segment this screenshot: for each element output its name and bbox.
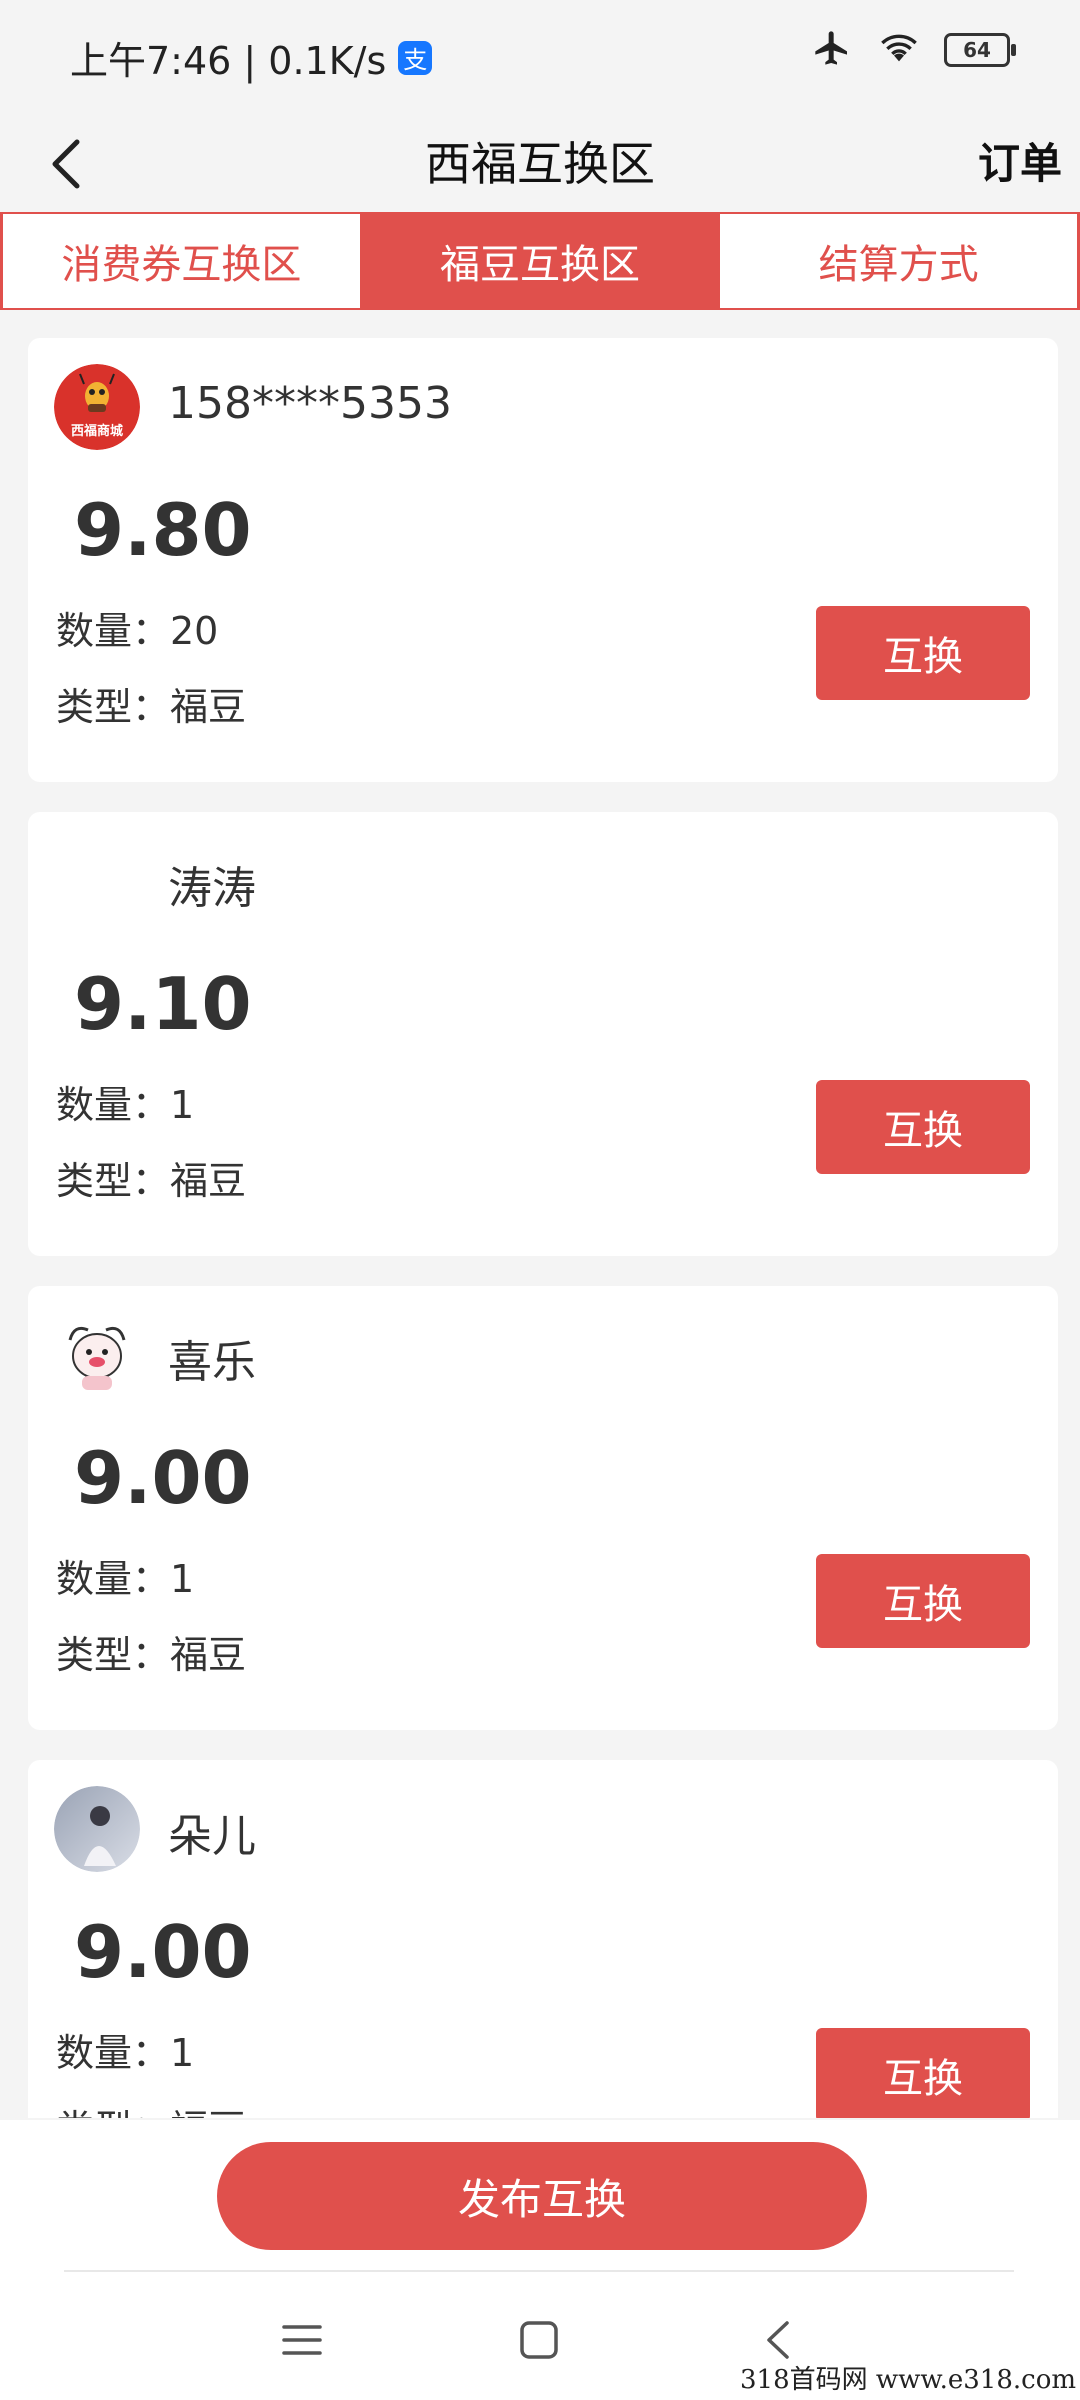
nav-bar: 西福互换区 订单 <box>0 118 1080 210</box>
username: 朵儿 <box>168 1811 256 1862</box>
exchange-button[interactable]: 互换 <box>816 1554 1030 1648</box>
status-right: 64 <box>810 28 1016 72</box>
price: 9.10 <box>74 962 252 1046</box>
offer-list: 西福商城 158****5353 9.80 数量：20 类型：福豆 互换 涛涛 … <box>28 338 1058 2118</box>
quantity-label: 数量：20 <box>56 609 219 653</box>
mall-logo-avatar: 西福商城 <box>54 364 140 450</box>
type-label: 类型：福豆 <box>56 1633 247 1677</box>
price: 9.80 <box>74 488 252 572</box>
page-title: 西福互换区 <box>425 137 655 191</box>
tab-voucher-exchange[interactable]: 消费券互换区 <box>0 214 360 308</box>
battery-icon: 64 <box>944 33 1016 67</box>
offer-card: 涛涛 9.10 数量：1 类型：福豆 互换 <box>28 812 1058 1256</box>
status-bar: 上午7:46 | 0.1K/s 支 64 <box>0 0 1080 118</box>
status-time: 上午7:46 | 0.1K/s <box>70 39 387 83</box>
type-label: 类型：福豆 <box>56 1159 247 1203</box>
offer-card: 西福商城 158****5353 9.80 数量：20 类型：福豆 互换 <box>28 338 1058 782</box>
mall-logo-text: 西福商城 <box>70 424 123 439</box>
username: 喜乐 <box>168 1337 256 1388</box>
type-label: 类型：福豆 <box>56 2098 246 2118</box>
chevron-left-icon <box>767 2321 789 2359</box>
chevron-left-icon <box>52 139 80 189</box>
home-square-icon <box>520 2321 558 2359</box>
username: 158****5353 <box>168 378 452 429</box>
type-label: 类型：福豆 <box>56 685 247 729</box>
publish-exchange-button[interactable]: 发布互换 <box>217 2142 867 2250</box>
exchange-button[interactable]: 互换 <box>816 606 1030 700</box>
tab-bar: 消费券互换区 福豆互换区 结算方式 <box>0 212 1080 310</box>
cartoon-avatar <box>54 1312 140 1398</box>
quantity-label: 数量：1 <box>56 2031 195 2075</box>
tab-settlement[interactable]: 结算方式 <box>718 214 1080 308</box>
price: 9.00 <box>74 1436 252 1520</box>
photo-avatar <box>54 1786 140 1872</box>
back-button[interactable] <box>30 128 100 200</box>
exchange-button[interactable]: 互换 <box>816 2028 1030 2118</box>
exchange-button[interactable]: 互换 <box>816 1080 1030 1174</box>
airplane-icon <box>810 28 854 72</box>
status-left: 上午7:46 | 0.1K/s 支 <box>70 30 433 85</box>
order-link[interactable]: 订单 <box>978 118 1062 210</box>
quantity-label: 数量：1 <box>56 1557 195 1601</box>
tab-fudou-exchange[interactable]: 福豆互换区 <box>359 214 719 308</box>
divider <box>64 2270 1014 2272</box>
watermark: 318首码网 www.e318.com <box>740 2365 1076 2395</box>
bottom-bar: 发布互换 318首码网 www.e318.com <box>0 2120 1080 2400</box>
home-button[interactable] <box>509 2310 569 2370</box>
alipay-icon: 支 <box>398 40 433 75</box>
username: 涛涛 <box>168 863 256 914</box>
quantity-label: 数量：1 <box>56 1083 195 1127</box>
menu-button[interactable] <box>272 2310 332 2370</box>
menu-icon <box>282 2325 322 2355</box>
wifi-icon <box>876 28 922 72</box>
offer-card: 喜乐 9.00 数量：1 类型：福豆 互换 <box>28 1286 1058 1730</box>
offer-card: 朵儿 9.00 数量：1 类型：福豆 互换 <box>28 1760 1058 2118</box>
price: 9.00 <box>74 1910 252 1994</box>
